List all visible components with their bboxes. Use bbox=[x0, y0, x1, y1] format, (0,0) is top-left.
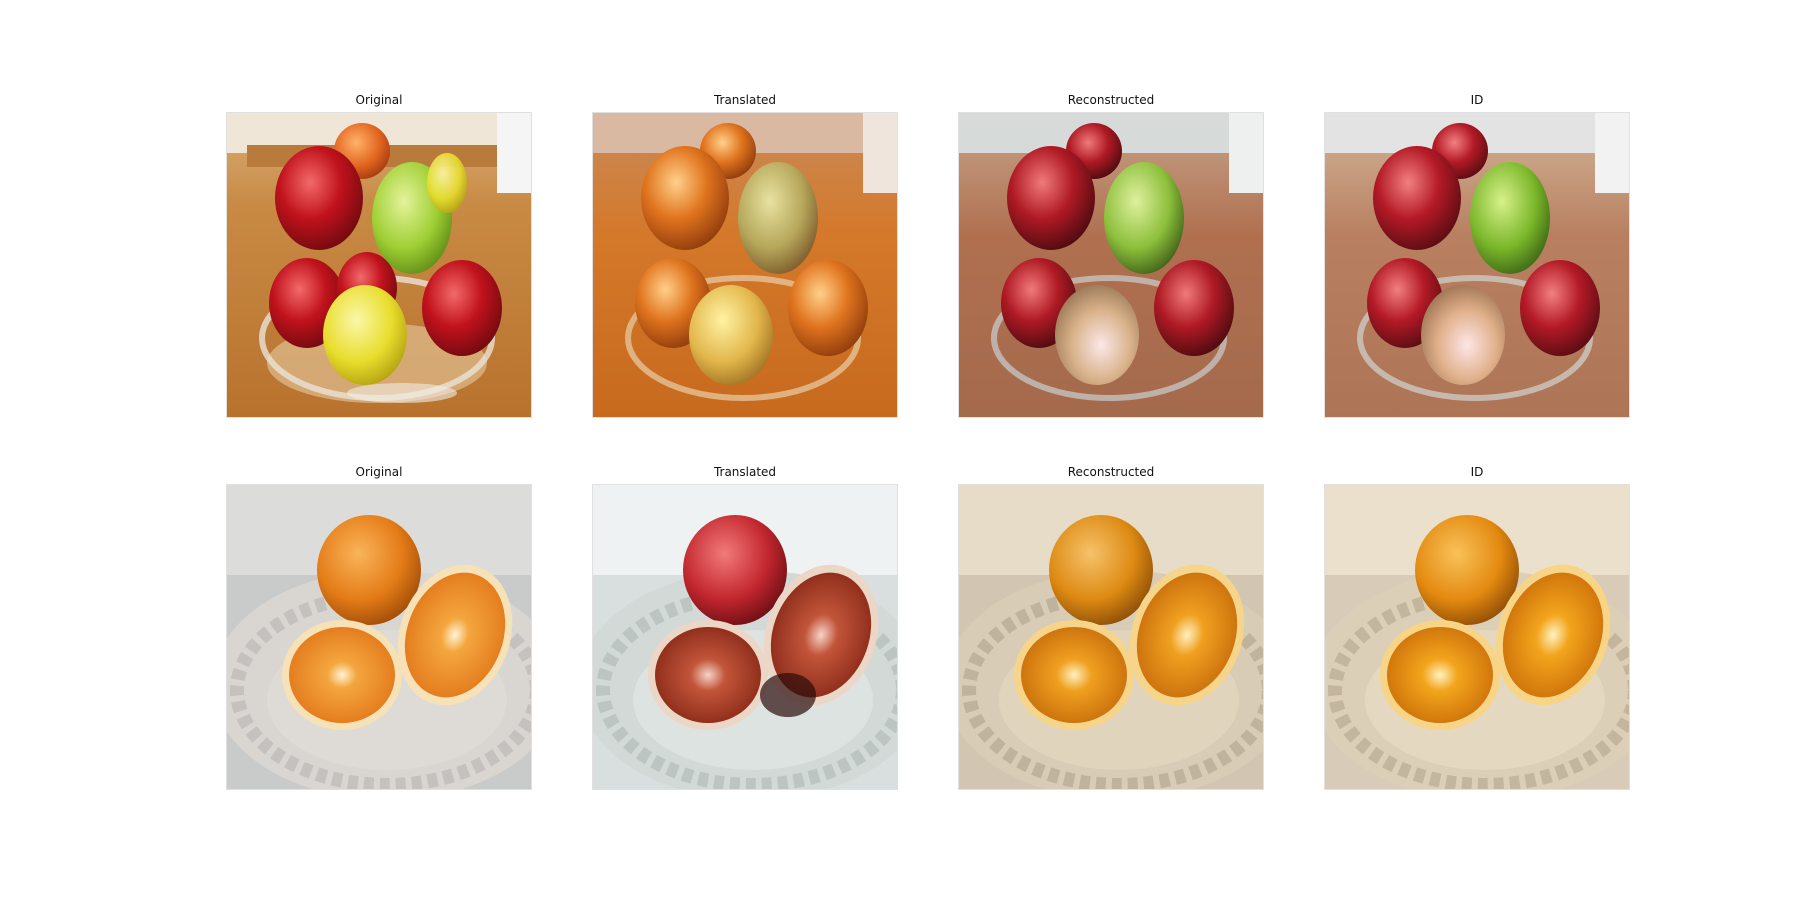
orange-plate-reconstructed-illustration bbox=[959, 485, 1263, 789]
panel-title: Reconstructed bbox=[1067, 465, 1155, 479]
oranges-reconstructed-image bbox=[958, 484, 1264, 790]
panel-original-apples: Original bbox=[226, 90, 532, 420]
apples-reconstructed-image bbox=[958, 112, 1264, 418]
panel-translated-oranges: Translated bbox=[592, 462, 898, 792]
panel-title: ID bbox=[1470, 465, 1484, 479]
panel-title: Translated bbox=[713, 465, 777, 479]
apples-id-image bbox=[1324, 112, 1630, 418]
apple-bowl-illustration bbox=[227, 113, 531, 417]
orange-plate-translated-illustration bbox=[593, 485, 897, 789]
panel-title: Translated bbox=[713, 93, 777, 107]
panel-reconstructed-oranges: Reconstructed bbox=[958, 462, 1264, 792]
apples-translated-image bbox=[592, 112, 898, 418]
panel-translated-apples: Translated bbox=[592, 90, 898, 420]
panel-title: Original bbox=[355, 465, 403, 479]
oranges-row: Original Translated Reconstructed ID bbox=[226, 462, 1630, 802]
apple-bowl-reconstructed-illustration bbox=[959, 113, 1263, 417]
panel-original-oranges: Original bbox=[226, 462, 532, 792]
figure-grid: Original Translated Reconstructed ID Ori… bbox=[0, 0, 1800, 900]
orange-plate-illustration bbox=[227, 485, 531, 789]
panel-id-apples: ID bbox=[1324, 90, 1630, 420]
panel-id-oranges: ID bbox=[1324, 462, 1630, 792]
apple-bowl-id-illustration bbox=[1325, 113, 1629, 417]
apples-original-image bbox=[226, 112, 532, 418]
orange-plate-id-illustration bbox=[1325, 485, 1629, 789]
panel-title: Original bbox=[355, 93, 403, 107]
apples-row: Original Translated Reconstructed ID bbox=[226, 90, 1630, 430]
apple-bowl-translated-illustration bbox=[593, 113, 897, 417]
oranges-translated-image bbox=[592, 484, 898, 790]
oranges-original-image bbox=[226, 484, 532, 790]
panel-reconstructed-apples: Reconstructed bbox=[958, 90, 1264, 420]
panel-title: ID bbox=[1470, 93, 1484, 107]
panel-title: Reconstructed bbox=[1067, 93, 1155, 107]
oranges-id-image bbox=[1324, 484, 1630, 790]
